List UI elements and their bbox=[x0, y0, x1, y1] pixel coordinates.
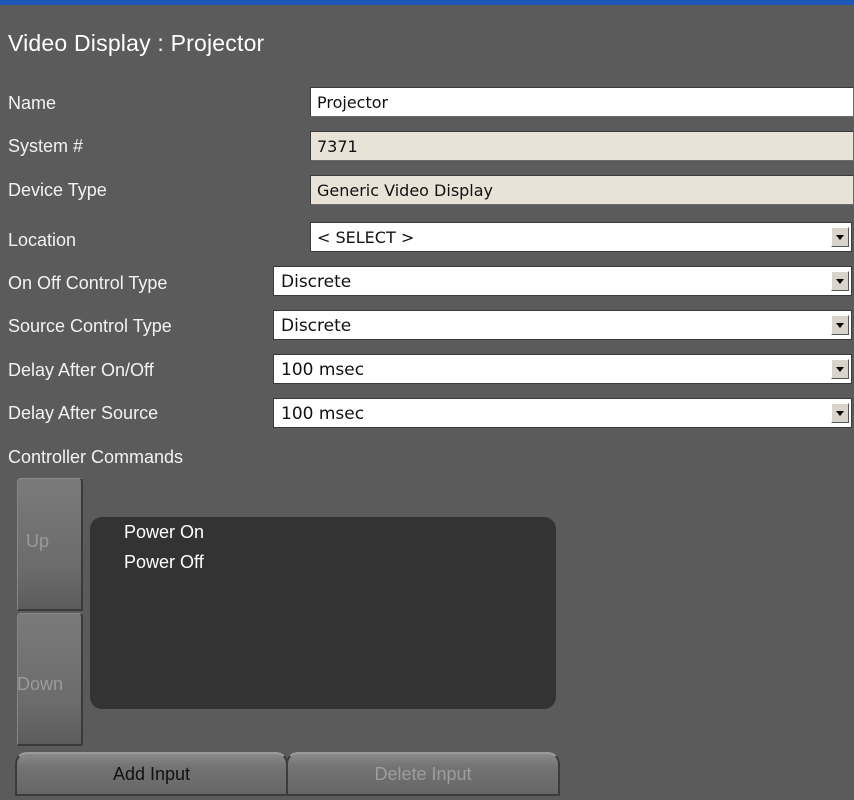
delete-input-button[interactable]: Delete Input bbox=[286, 752, 560, 796]
move-down-button[interactable]: Down bbox=[17, 613, 83, 746]
delay-after-on-off-value: 100 msec bbox=[281, 360, 365, 380]
move-up-button[interactable]: Up bbox=[17, 478, 83, 611]
controller-commands-label: Controller Commands bbox=[8, 447, 184, 467]
system-number-label: System # bbox=[8, 136, 84, 156]
page-title: Video Display : Projector bbox=[8, 30, 265, 56]
location-select-value: < SELECT > bbox=[317, 228, 415, 247]
move-down-button-label: Down bbox=[17, 674, 64, 694]
location-select[interactable]: < SELECT > bbox=[310, 222, 852, 252]
move-up-button-label: Up bbox=[26, 531, 50, 551]
list-item[interactable]: Power On bbox=[124, 522, 204, 543]
location-label: Location bbox=[8, 230, 77, 250]
delay-after-source-select[interactable]: 100 msec bbox=[273, 398, 852, 428]
source-control-type-select[interactable]: Discrete bbox=[273, 310, 852, 340]
delay-source-dropdown-arrow-icon[interactable] bbox=[831, 403, 849, 423]
system-number-field: 7371 bbox=[310, 131, 854, 161]
device-type-label: Device Type bbox=[8, 180, 107, 200]
on-off-control-type-label: On Off Control Type bbox=[8, 273, 168, 293]
list-item[interactable]: Power Off bbox=[124, 552, 204, 573]
window-top-accent-bar bbox=[0, 0, 854, 5]
source-control-type-label: Source Control Type bbox=[8, 316, 172, 336]
delay-after-source-label: Delay After Source bbox=[8, 403, 159, 423]
delay-after-source-value: 100 msec bbox=[281, 404, 365, 424]
name-field[interactable]: Projector bbox=[310, 87, 854, 117]
controller-commands-list[interactable]: Power On Power Off bbox=[90, 517, 556, 709]
location-dropdown-arrow-icon[interactable] bbox=[831, 227, 849, 247]
delay-after-on-off-select[interactable]: 100 msec bbox=[273, 354, 852, 384]
source-control-dropdown-arrow-icon[interactable] bbox=[831, 315, 849, 335]
on-off-control-type-select[interactable]: Discrete bbox=[273, 266, 852, 296]
device-type-field: Generic Video Display bbox=[310, 175, 854, 205]
source-control-type-value: Discrete bbox=[281, 316, 352, 336]
delay-on-off-dropdown-arrow-icon[interactable] bbox=[831, 359, 849, 379]
delay-after-on-off-label: Delay After On/Off bbox=[8, 360, 154, 380]
on-off-control-dropdown-arrow-icon[interactable] bbox=[831, 271, 849, 291]
add-input-button[interactable]: Add Input bbox=[15, 752, 288, 796]
on-off-control-type-value: Discrete bbox=[281, 272, 352, 292]
name-label: Name bbox=[8, 93, 57, 113]
